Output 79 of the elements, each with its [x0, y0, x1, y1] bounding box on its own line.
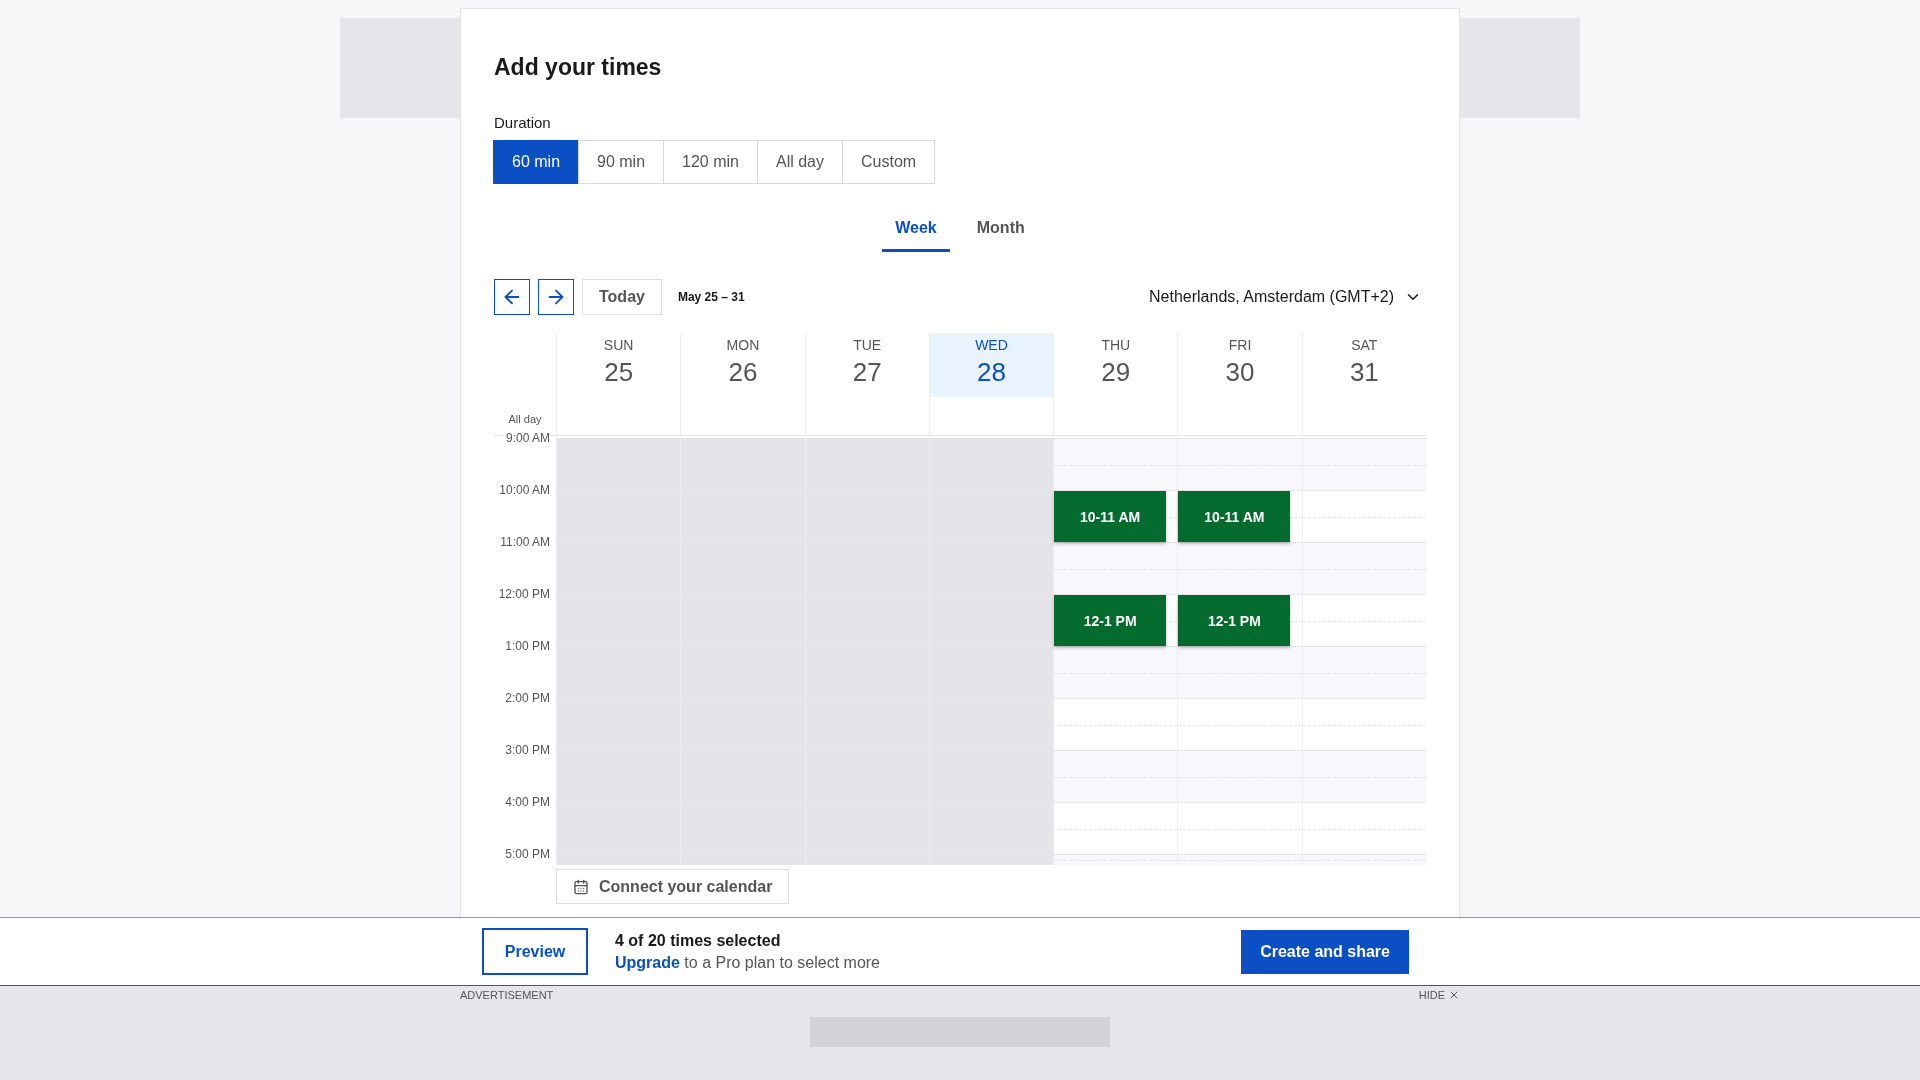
time-slot[interactable] — [1177, 750, 1302, 802]
time-slot[interactable] — [1053, 698, 1178, 750]
time-slot[interactable] — [680, 854, 805, 865]
duration-option[interactable]: Custom — [842, 140, 936, 184]
time-slot[interactable] — [1053, 854, 1178, 865]
time-slot[interactable] — [1053, 750, 1178, 802]
connect-calendar-button[interactable]: Connect your calendar — [556, 869, 790, 904]
day-date: 31 — [1349, 356, 1379, 388]
time-slot[interactable] — [1301, 698, 1426, 750]
day-name: FRI — [1228, 336, 1252, 354]
time-slot[interactable] — [680, 438, 805, 490]
day-name: MON — [726, 336, 760, 354]
day-date: 30 — [1225, 356, 1255, 388]
duration-label: Duration — [494, 113, 552, 133]
time-slot[interactable] — [1301, 594, 1426, 646]
time-slot[interactable] — [1177, 438, 1302, 490]
next-week-button[interactable] — [538, 279, 574, 315]
time-slot[interactable] — [804, 854, 929, 865]
time-label: 5:00 PM — [505, 847, 550, 861]
previous-week-button[interactable] — [494, 279, 530, 315]
view-tab[interactable]: Month — [963, 211, 1038, 252]
time-slot[interactable] — [556, 854, 681, 865]
time-slot[interactable] — [1301, 750, 1426, 802]
time-slot[interactable] — [1301, 490, 1426, 542]
time-label: 2:00 PM — [505, 691, 550, 705]
time-slot[interactable] — [1301, 802, 1426, 854]
timezone-dropdown[interactable]: Netherlands, Amsterdam (GMT+2) — [1149, 288, 1426, 306]
day-date: 28 — [977, 356, 1006, 388]
day-name: WED — [975, 336, 1008, 354]
time-slot[interactable] — [928, 438, 1054, 490]
time-label: 10:00 AM — [499, 483, 550, 497]
close-icon — [1448, 989, 1460, 1001]
duration-option[interactable]: 60 min — [493, 140, 580, 184]
time-label: 4:00 PM — [505, 795, 550, 809]
time-slot[interactable] — [1053, 542, 1178, 594]
day-name: TUE — [853, 336, 882, 354]
time-label: 1:00 PM — [505, 639, 550, 653]
page-title: Add your times — [494, 53, 663, 81]
calendar-icon — [573, 878, 589, 895]
time-slot[interactable] — [1301, 438, 1426, 490]
preview-button[interactable]: Preview — [482, 928, 588, 975]
advertisement-label: ADVERTISEMENT — [460, 989, 554, 1001]
duration-option[interactable]: 120 min — [663, 140, 758, 184]
time-slot[interactable] — [1177, 802, 1302, 854]
time-slot[interactable] — [1301, 646, 1426, 698]
duration-option[interactable]: 90 min — [578, 140, 665, 184]
create-and-share-button[interactable]: Create and share — [1241, 929, 1409, 974]
time-slot[interactable] — [1301, 854, 1426, 865]
time-label: 3:00 PM — [505, 743, 550, 757]
time-slot[interactable] — [1053, 802, 1178, 854]
time-label: 12:00 PM — [498, 587, 550, 601]
time-slot[interactable] — [1177, 646, 1302, 698]
time-slot[interactable] — [1177, 542, 1302, 594]
duration-option[interactable]: All day — [757, 140, 843, 184]
time-slot[interactable] — [1177, 854, 1302, 865]
time-slot[interactable] — [1301, 542, 1426, 594]
time-slot[interactable] — [556, 438, 681, 490]
view-tab[interactable]: Week — [882, 211, 950, 252]
selection-count: 4 of 20 times selected — [615, 931, 782, 950]
time-slot[interactable] — [928, 854, 1054, 865]
upgrade-link[interactable]: Upgrade — [615, 953, 680, 971]
today-button[interactable]: Today — [582, 279, 662, 315]
time-label: 9:00 AM — [505, 431, 550, 445]
hide-ad-button[interactable]: HIDE — [1418, 989, 1460, 1001]
day-name: SAT — [1351, 336, 1378, 354]
time-slot[interactable] — [1053, 646, 1178, 698]
day-date: 26 — [728, 356, 758, 388]
all-day-label: All day — [508, 413, 542, 425]
time-slot[interactable] — [1053, 438, 1178, 490]
day-date: 25 — [604, 356, 634, 388]
time-label: 11:00 AM — [500, 535, 550, 549]
day-date: 27 — [852, 356, 882, 388]
time-slot[interactable] — [804, 438, 929, 490]
day-name: THU — [1101, 336, 1131, 354]
day-name: SUN — [603, 336, 634, 354]
date-range: May 25 – 31 — [677, 290, 745, 304]
upgrade-note: Upgrade to a Pro plan to select more — [615, 953, 880, 972]
time-slot[interactable] — [1177, 698, 1302, 750]
day-date: 29 — [1101, 356, 1131, 388]
